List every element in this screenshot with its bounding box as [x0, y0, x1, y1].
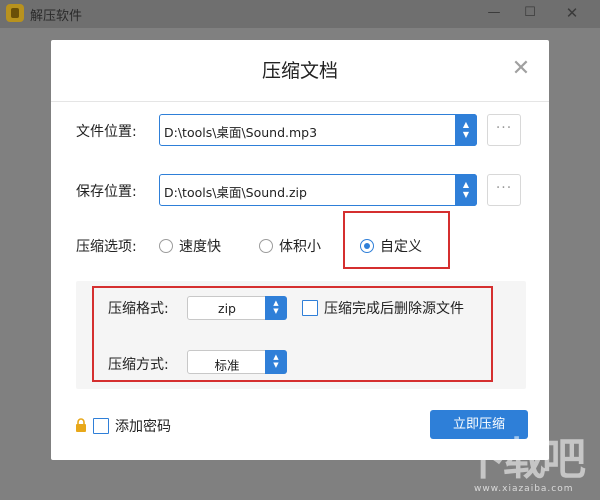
combo-arrows-icon[interactable]: ▲ ▼ [455, 174, 477, 206]
dialog-divider [51, 101, 549, 102]
file-location-label: 文件位置: [76, 124, 137, 140]
dialog-title: 压缩文档 [261, 60, 338, 82]
window-close-button[interactable]: ✕ [562, 4, 582, 22]
radio-circle-icon [259, 239, 273, 253]
annotation-highlight-box [343, 211, 450, 269]
add-password-checkbox[interactable]: 添加密码 [93, 416, 171, 436]
save-location-label: 保存位置: [76, 184, 137, 200]
radio-speed[interactable]: 速度快 [159, 236, 221, 256]
radio-size-label: 体积小 [279, 239, 321, 255]
save-location-combo[interactable]: D:\tools\桌面\Sound.zip ▲ ▼ [159, 174, 477, 206]
lock-icon [76, 418, 86, 432]
compress-options-label: 压缩选项: [76, 239, 137, 255]
watermark-logo: 下载吧 www.xiazaiba.com [462, 436, 596, 496]
watermark-main: 下载吧 [462, 434, 586, 485]
watermark-url: www.xiazaiba.com [474, 484, 574, 494]
add-password-label: 添加密码 [115, 419, 171, 435]
checkbox-icon [93, 418, 109, 434]
radio-speed-label: 速度快 [179, 239, 221, 255]
dialog-close-button[interactable]: ✕ [511, 58, 531, 80]
radio-size[interactable]: 体积小 [259, 236, 321, 256]
app-title: 解压软件 [30, 9, 83, 24]
combo-arrows-icon[interactable]: ▲ ▼ [455, 114, 477, 146]
maximize-button[interactable]: ☐ [520, 4, 540, 22]
app-titlebar: 解压软件 — ☐ ✕ [0, 0, 600, 28]
minimize-button[interactable]: — [484, 4, 504, 22]
save-location-value: D:\tools\桌面\Sound.zip [164, 185, 307, 200]
save-browse-button[interactable]: ··· [487, 174, 521, 206]
file-browse-button[interactable]: ··· [487, 114, 521, 146]
compress-dialog: 压缩文档 ✕ 文件位置: D:\tools\桌面\Sound.mp3 ▲ ▼ ··… [51, 40, 549, 460]
annotation-highlight-box [92, 286, 493, 382]
app-logo-icon [6, 4, 24, 22]
radio-circle-icon [159, 239, 173, 253]
file-location-value: D:\tools\桌面\Sound.mp3 [164, 125, 318, 140]
file-location-combo[interactable]: D:\tools\桌面\Sound.mp3 ▲ ▼ [159, 114, 477, 146]
